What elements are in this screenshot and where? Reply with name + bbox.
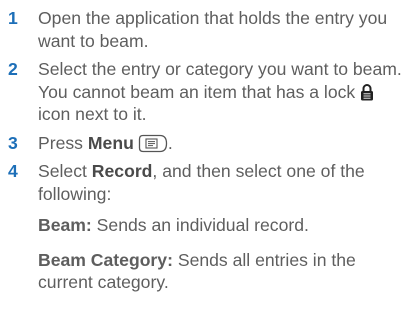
step-number: 3	[8, 132, 18, 153]
menu-key-icon	[138, 134, 167, 152]
menu-label: Menu	[87, 132, 134, 153]
step-text: Select the entry or category you want to…	[38, 58, 408, 126]
step-4-suffix: , and then select one of the following:	[38, 161, 365, 204]
step-number: 4	[8, 161, 18, 181]
step-1-text: Open the application that holds the entr…	[38, 8, 388, 51]
step-3: 3 Press Menu.	[8, 132, 408, 155]
step-4-prefix: Select	[38, 161, 87, 181]
option-description: Sends an individual record.	[96, 215, 309, 235]
step-3-period: .	[167, 132, 173, 153]
step-text: Press Menu.	[38, 132, 408, 155]
option-term: Beam:	[38, 215, 92, 235]
step-1: 1 Open the application that holds the en…	[8, 7, 408, 52]
step-text: Select Record, and then select one of th…	[38, 160, 408, 205]
lock-icon	[361, 83, 374, 100]
option-term: Beam Category:	[38, 249, 173, 270]
instruction-steps: 1 Open the application that holds the en…	[8, 7, 408, 300]
step-3-prefix: Press	[38, 132, 83, 153]
option-beam-category: Beam Category: Sends all entries in the …	[38, 249, 408, 294]
step-number: 1	[8, 8, 18, 28]
step-number: 2	[8, 59, 18, 79]
option-beam: Beam: Sends an individual record.	[38, 214, 408, 237]
step-2-text-after: icon next to it.	[38, 104, 147, 124]
step-text: Open the application that holds the entr…	[38, 7, 408, 52]
step-2: 2 Select the entry or category you want …	[8, 58, 408, 126]
step-2-text-before: Select the entry or category you want to…	[38, 59, 402, 102]
step-4: 4 Select Record, and then select one of …	[8, 160, 408, 294]
record-label: Record	[91, 161, 153, 181]
